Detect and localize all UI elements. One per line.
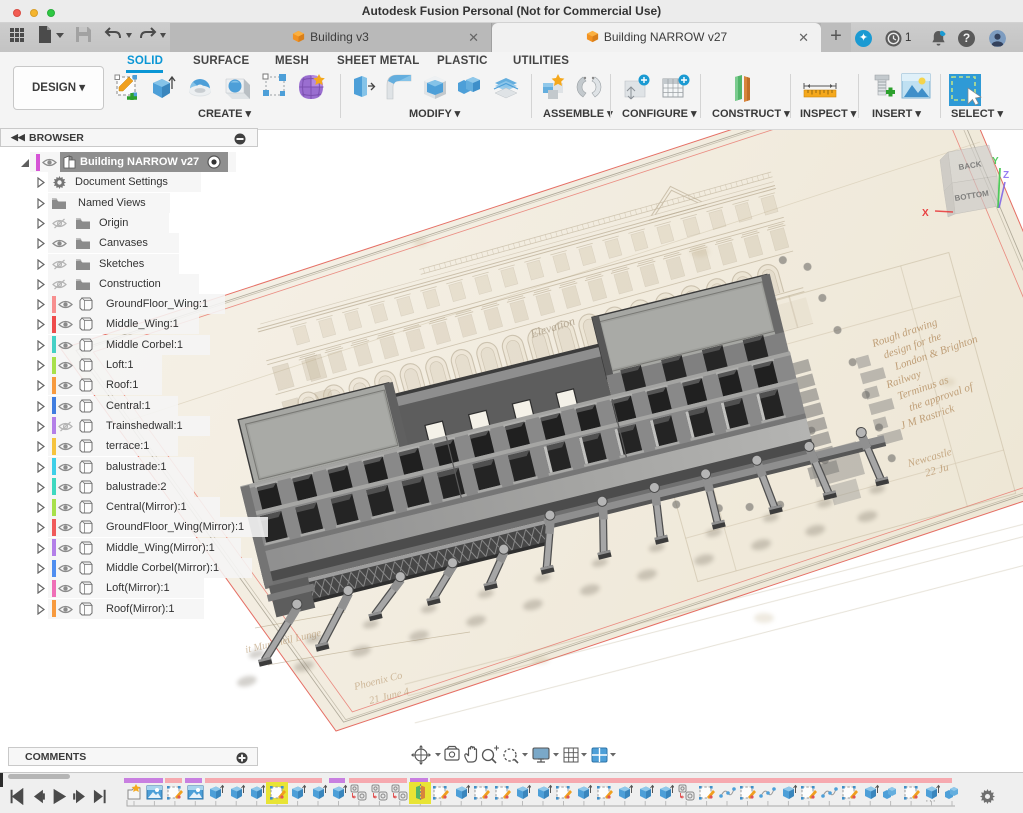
svg-text:Y: Y (992, 156, 999, 167)
svg-text:Z: Z (1003, 170, 1009, 181)
svg-text:X: X (922, 208, 929, 219)
